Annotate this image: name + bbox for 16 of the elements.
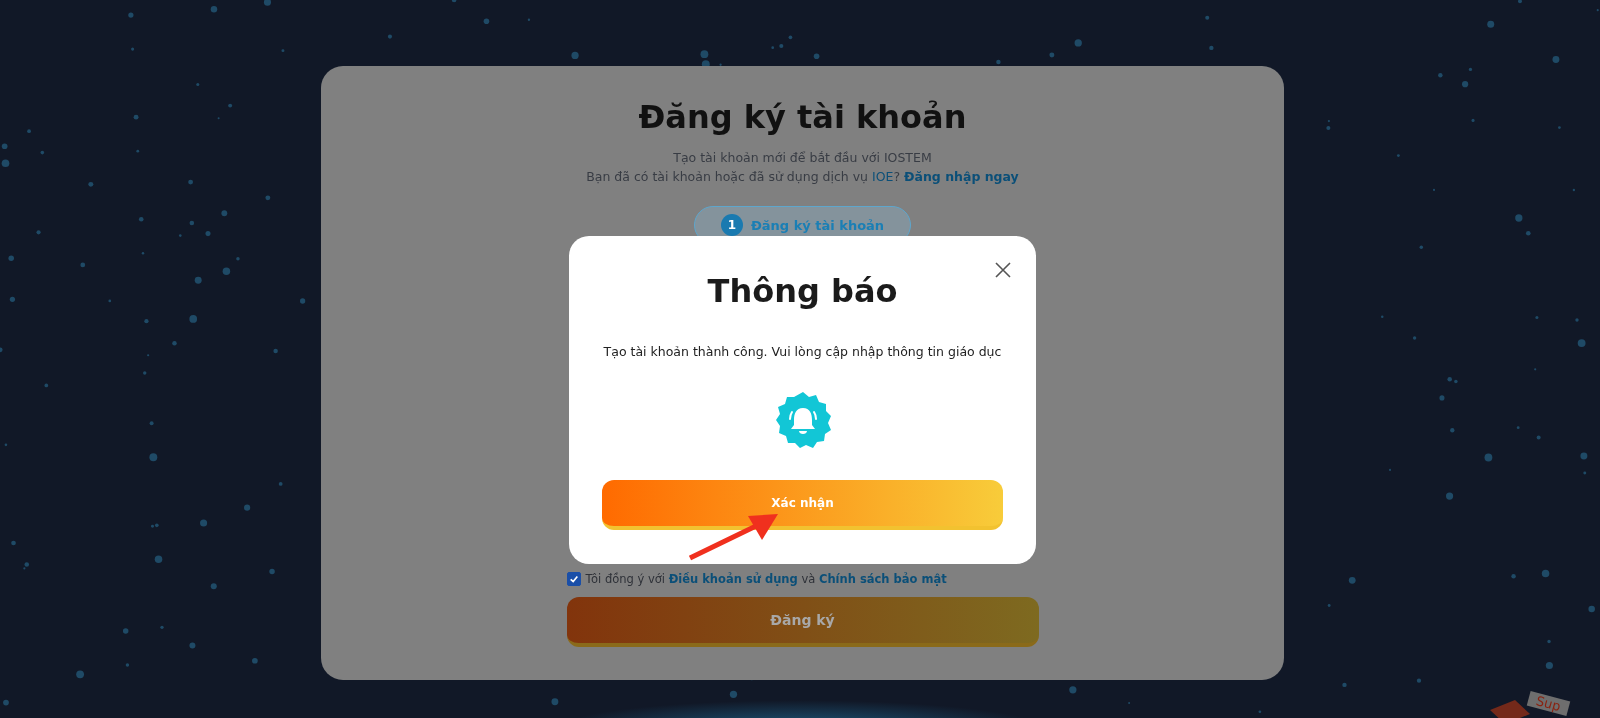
privacy-link[interactable]: Chính sách bảo mật <box>818 572 947 586</box>
login-prompt: Bạn đã có tài khoản hoặc đã sử dụng dịch vụ IOE? Đăng nhập ngay <box>586 168 1019 186</box>
register-button[interactable]: Đăng ký <box>566 597 1039 647</box>
login-link[interactable]: Đăng nhập ngay <box>904 169 1019 184</box>
close-icon[interactable] <box>995 262 1011 278</box>
logo-label: Sup <box>1526 691 1570 716</box>
terms-text: Tôi đồng ý với Điều khoản sử dụng và Chính sách bảo mật <box>585 572 947 586</box>
checkbox[interactable] <box>566 572 581 586</box>
intro-text: Tạo tài khoản mới để bắt đầu với IOSTEM <box>673 149 932 167</box>
checkmark-icon <box>568 574 579 584</box>
dialog-message: Tạo tài khoản thành công. Vui lòng cập nhập thông tin giáo dục <box>603 344 1002 359</box>
terms-link[interactable]: Điều khoản sử dụng <box>668 572 798 586</box>
confirm-button[interactable]: Xác nhận <box>602 480 1003 530</box>
dialog-title: Thông báo <box>707 272 898 310</box>
page-title: Đăng ký tài khoản <box>638 98 967 136</box>
service-link[interactable]: IOE <box>872 169 894 184</box>
